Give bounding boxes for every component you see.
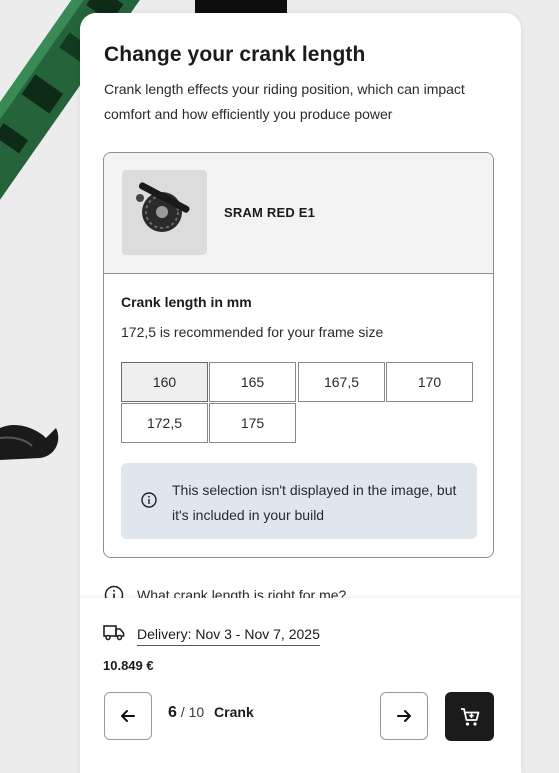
step-current: 6 bbox=[168, 704, 177, 721]
crank-option-160[interactable]: 160 bbox=[121, 362, 208, 402]
step-name: Crank bbox=[214, 704, 254, 720]
step-indicator: 6 / 10 Crank bbox=[168, 704, 254, 722]
arrow-left-icon bbox=[121, 710, 135, 722]
info-icon bbox=[141, 492, 157, 508]
next-step-button[interactable] bbox=[380, 692, 428, 740]
cart-icon bbox=[460, 707, 479, 726]
configurator-panel: Change your crank length Crank length ef… bbox=[80, 13, 521, 773]
total-price: 10.849 € bbox=[103, 658, 154, 673]
crank-option-175[interactable]: 175 bbox=[209, 403, 296, 443]
truck-icon bbox=[103, 625, 125, 641]
product-name: SRAM RED E1 bbox=[224, 205, 316, 220]
previous-step-button[interactable] bbox=[104, 692, 152, 740]
add-to-cart-button[interactable] bbox=[445, 692, 494, 741]
crank-option-card: SRAM RED E1 Crank length in mm 172,5 is … bbox=[103, 152, 494, 558]
step-total: / 10 bbox=[180, 704, 205, 720]
crank-option-172-5[interactable]: 172,5 bbox=[121, 403, 208, 443]
notice-text: This selection isn't displayed in the im… bbox=[172, 482, 457, 523]
delivery-text[interactable]: Delivery: Nov 3 - Nov 7, 2025 bbox=[137, 626, 320, 646]
page-title: Change your crank length bbox=[104, 43, 366, 66]
arrow-right-icon bbox=[397, 710, 411, 722]
page-subtitle: Crank length effects your riding positio… bbox=[104, 81, 465, 122]
crank-length-options: 160 165 167,5 170 172,5 175 bbox=[121, 362, 477, 446]
recommendation-text: 172,5 is recommended for your frame size bbox=[121, 324, 384, 340]
crankset-image bbox=[136, 182, 190, 232]
crank-option-167-5[interactable]: 167,5 bbox=[298, 362, 385, 402]
product-thumbnail bbox=[122, 170, 207, 255]
info-notice: This selection isn't displayed in the im… bbox=[121, 463, 477, 539]
crank-option-170[interactable]: 170 bbox=[386, 362, 473, 402]
product-header[interactable]: SRAM RED E1 bbox=[104, 153, 493, 274]
footer-bar: Delivery: Nov 3 - Nov 7, 2025 10.849 € 6… bbox=[80, 598, 521, 773]
crank-length-label: Crank length in mm bbox=[121, 294, 252, 310]
crank-option-165[interactable]: 165 bbox=[209, 362, 296, 402]
